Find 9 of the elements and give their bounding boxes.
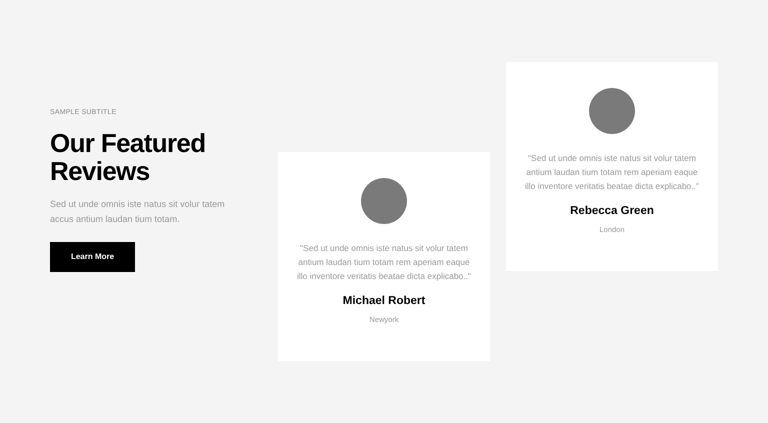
avatar xyxy=(361,178,407,224)
review-quote: "Sed ut unde omnis iste natus sit volur tatem antium laudan tium totam rem aperiam eaque illo inventore veritatis beatae dicta explicabo.." xyxy=(296,242,472,283)
section-description: Sed ut unde omnis iste natus sit volur tatem accus antium laudan tium totam. xyxy=(50,198,226,226)
reviewer-name: Rebecca Green xyxy=(570,204,654,219)
review-quote: "Sed ut unde omnis iste natus sit volur tatem antium laudan tium totam rem aperiam eaque illo inventore veritatis beatae dicta explicabo.." xyxy=(524,152,700,193)
avatar xyxy=(589,88,635,134)
learn-more-button[interactable]: Learn More xyxy=(50,242,135,272)
reviewer-name: Michael Robert xyxy=(342,294,426,309)
section-title: Our Featured Reviews xyxy=(50,128,206,184)
